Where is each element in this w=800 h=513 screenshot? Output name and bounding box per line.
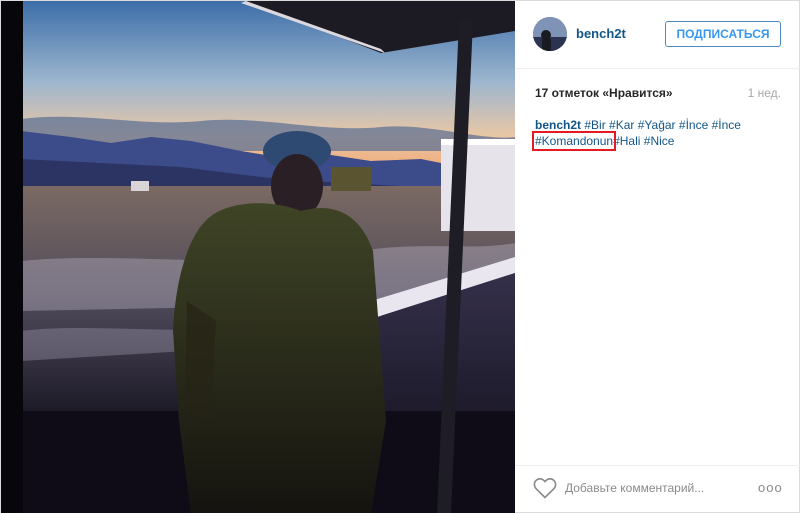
likes-row: 17 отметок «Нравится» 1 нед. <box>535 86 781 102</box>
comment-bar: ooo <box>515 465 800 513</box>
post-timestamp[interactable]: 1 нед. <box>748 86 781 100</box>
comment-input[interactable] <box>565 476 745 500</box>
follow-button[interactable]: ПОДПИСАТЬСЯ <box>665 21 781 47</box>
hashtag-link[interactable]: #Bir <box>584 118 605 132</box>
hashtag-link-highlighted[interactable]: #Komandonun <box>531 131 617 151</box>
heart-icon[interactable] <box>533 477 557 499</box>
post-caption: bench2t #Bir #Kar #Yağar #İnce #İnce #Ko… <box>531 117 785 151</box>
hashtag-link[interactable]: #Hali <box>613 134 640 148</box>
hashtag-link[interactable]: #Nice <box>644 134 675 148</box>
post-header: bench2t ПОДПИСАТЬСЯ <box>515 1 800 69</box>
hashtag-link[interactable]: #Yağar <box>638 118 676 132</box>
hashtag-link[interactable]: #İnce <box>679 118 708 132</box>
caption-author-link[interactable]: bench2t <box>535 118 581 132</box>
more-options-icon[interactable]: ooo <box>758 476 782 500</box>
photo-scene <box>1 1 515 513</box>
hashtag-link[interactable]: #Kar <box>609 118 634 132</box>
hashtag-link[interactable]: #İnce <box>712 118 741 132</box>
avatar-image <box>533 17 567 51</box>
post-details-panel: bench2t ПОДПИСАТЬСЯ 17 отметок «Нравится… <box>515 1 800 513</box>
username-link[interactable]: bench2t <box>576 26 626 41</box>
instagram-post: bench2t ПОДПИСАТЬСЯ 17 отметок «Нравится… <box>0 0 800 513</box>
avatar[interactable] <box>533 17 567 51</box>
likes-count[interactable]: 17 отметок «Нравится» <box>535 86 673 100</box>
post-photo[interactable] <box>1 1 515 513</box>
